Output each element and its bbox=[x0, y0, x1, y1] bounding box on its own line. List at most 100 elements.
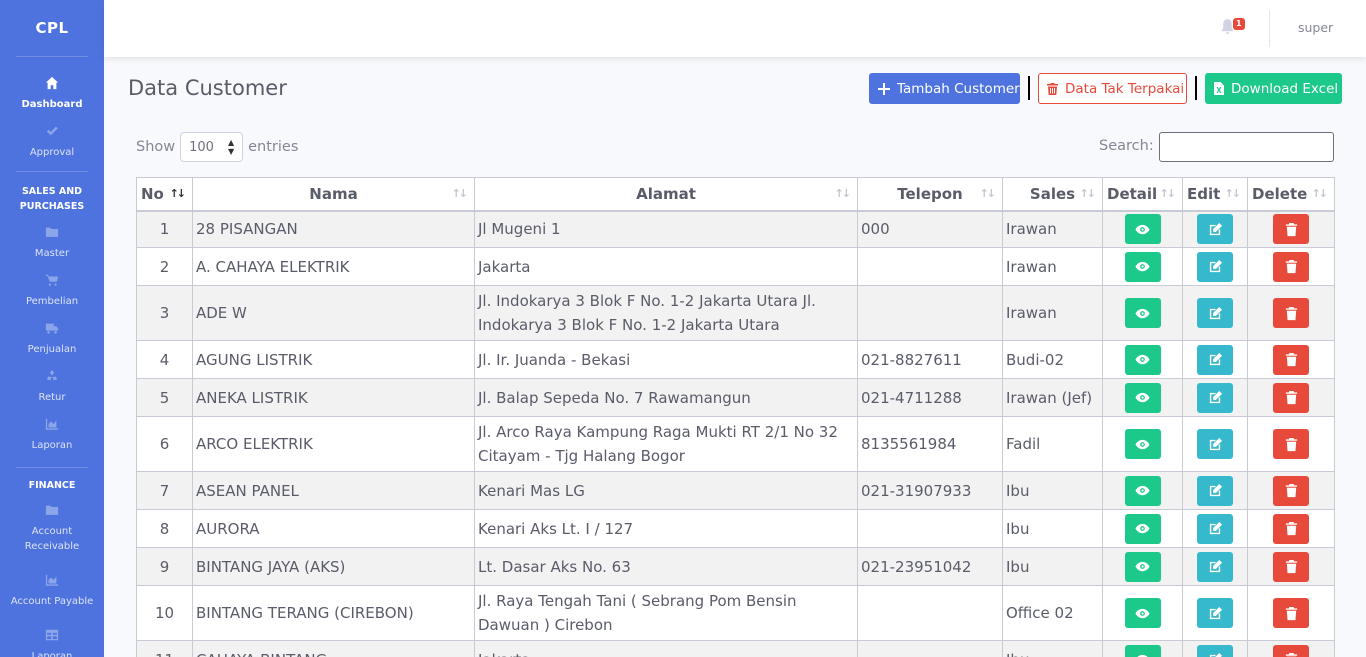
check-icon bbox=[45, 123, 59, 141]
cell-delete bbox=[1247, 210, 1335, 248]
edit-button[interactable] bbox=[1197, 344, 1233, 375]
home-icon bbox=[45, 75, 59, 93]
trash-icon bbox=[1047, 82, 1058, 95]
cell-edit bbox=[1182, 340, 1248, 379]
cell-detail bbox=[1102, 378, 1183, 417]
detail-button[interactable] bbox=[1124, 382, 1161, 413]
sidebar-item-approval[interactable]: Approval bbox=[0, 121, 104, 161]
delete-button[interactable] bbox=[1273, 475, 1309, 506]
edit-button[interactable] bbox=[1197, 214, 1233, 245]
edit-icon bbox=[1208, 437, 1223, 452]
sidebar-item-laporan-finance[interactable]: Laporan bbox=[0, 621, 104, 657]
cell-sales: Irawan bbox=[1002, 285, 1103, 341]
entries-select[interactable]: 100 ▲ ▼ bbox=[180, 132, 244, 162]
sort-icon: ↑↓ bbox=[1224, 187, 1242, 200]
cell-detail bbox=[1102, 547, 1183, 586]
separator-bar bbox=[1028, 76, 1030, 100]
column-header-nama[interactable]: Nama ↑↓ bbox=[192, 177, 475, 212]
add-customer-button[interactable]: Tambah Customer bbox=[869, 73, 1020, 104]
column-header-edit[interactable]: Edit ↑↓ bbox=[1182, 177, 1248, 212]
customer-table-wrapper: No ↑↓ Nama ↑↓ Alamat ↑↓ Telepon ↑↓ Sales ↑↓ D… bbox=[136, 177, 1335, 657]
edit-button[interactable] bbox=[1197, 298, 1233, 328]
cart-icon bbox=[45, 272, 59, 290]
brand-logo[interactable]: CPL bbox=[16, 0, 88, 57]
delete-button[interactable] bbox=[1273, 513, 1309, 544]
detail-button[interactable] bbox=[1124, 251, 1161, 282]
cell-no: 2 bbox=[136, 247, 193, 286]
cell-nama: BINTANG JAYA (AKS) bbox=[192, 547, 475, 586]
detail-button[interactable] bbox=[1124, 214, 1161, 245]
delete-button[interactable] bbox=[1273, 598, 1309, 628]
sidebar-item-master[interactable]: Master bbox=[0, 218, 104, 266]
edit-button[interactable] bbox=[1197, 644, 1233, 657]
edit-icon bbox=[1208, 390, 1223, 405]
detail-button[interactable] bbox=[1124, 644, 1161, 657]
sidebar-item-dashboard[interactable]: Dashboard bbox=[0, 65, 104, 121]
edit-button[interactable] bbox=[1197, 429, 1233, 459]
edit-button[interactable] bbox=[1197, 475, 1233, 506]
unused-data-button[interactable]: Data Tak Terpakai bbox=[1038, 73, 1187, 104]
cell-detail bbox=[1102, 340, 1183, 379]
entries-select-value: 100 bbox=[189, 139, 214, 155]
sidebar-heading-sales: SALES AND PURCHASES bbox=[19, 186, 85, 212]
separator-bar bbox=[1195, 76, 1197, 100]
edit-button[interactable] bbox=[1197, 382, 1233, 413]
cell-delete bbox=[1247, 416, 1335, 472]
search-input[interactable] bbox=[1159, 132, 1334, 162]
sidebar-item-penjualan[interactable]: Penjualan bbox=[0, 314, 104, 362]
detail-button[interactable] bbox=[1124, 513, 1161, 544]
table-icon bbox=[45, 627, 59, 645]
delete-button[interactable] bbox=[1273, 551, 1309, 582]
delete-button[interactable] bbox=[1273, 251, 1309, 282]
folder-icon bbox=[45, 224, 59, 242]
detail-button[interactable] bbox=[1124, 344, 1161, 375]
cell-telepon: 021-31907933 bbox=[857, 471, 1003, 510]
delete-button[interactable] bbox=[1273, 214, 1309, 245]
sidebar-item-laporan[interactable]: Laporan bbox=[0, 410, 104, 458]
detail-button[interactable] bbox=[1124, 298, 1161, 328]
sidebar-item-account-receivable[interactable]: Account Receivable bbox=[0, 497, 104, 559]
eye-icon bbox=[1135, 259, 1150, 274]
edit-icon bbox=[1208, 483, 1223, 498]
detail-button[interactable] bbox=[1124, 475, 1161, 506]
edit-button[interactable] bbox=[1197, 251, 1233, 282]
cell-nama: ADE W bbox=[192, 285, 475, 341]
cell-delete bbox=[1247, 471, 1335, 510]
delete-button[interactable] bbox=[1273, 344, 1309, 375]
cell-alamat: Jakarta bbox=[474, 640, 858, 657]
detail-button[interactable] bbox=[1124, 551, 1161, 582]
trash-icon bbox=[1284, 352, 1299, 367]
download-excel-button[interactable]: Download Excel bbox=[1205, 73, 1342, 104]
column-header-sales[interactable]: Sales ↑↓ bbox=[1002, 177, 1103, 212]
table-row: 4 AGUNG LISTRIK Jl. Ir. Juanda - Bekasi 021… bbox=[136, 340, 1335, 379]
delete-button[interactable] bbox=[1273, 382, 1309, 413]
eye-icon bbox=[1135, 652, 1150, 657]
cell-sales: Irawan bbox=[1002, 210, 1103, 248]
download-excel-label: Download Excel bbox=[1231, 80, 1339, 97]
column-header-telepon[interactable]: Telepon ↑↓ bbox=[857, 177, 1003, 212]
cell-telepon: 8135561984 bbox=[857, 416, 1003, 472]
column-header-no[interactable]: No ↑↓ bbox=[136, 177, 193, 212]
delete-button[interactable] bbox=[1273, 429, 1309, 459]
eye-icon bbox=[1135, 483, 1150, 498]
user-menu[interactable]: super bbox=[1298, 20, 1333, 35]
cell-sales: Office 02 bbox=[1002, 585, 1103, 641]
edit-button[interactable] bbox=[1197, 598, 1233, 628]
edit-button[interactable] bbox=[1197, 551, 1233, 582]
detail-button[interactable] bbox=[1124, 598, 1161, 628]
column-header-delete[interactable]: Delete ↑↓ bbox=[1247, 177, 1335, 212]
cell-nama: ASEAN PANEL bbox=[192, 471, 475, 510]
table-row: 6 ARCO ELEKTRIK Jl. Arco Raya Kampung Raga… bbox=[136, 416, 1335, 472]
sidebar-item-pembelian[interactable]: Pembelian bbox=[0, 266, 104, 314]
edit-icon bbox=[1208, 521, 1223, 536]
sidebar-item-account-payable[interactable]: Account Payable bbox=[0, 559, 104, 621]
column-header-detail[interactable]: Detail ↑↓ bbox=[1102, 177, 1183, 212]
truck-icon bbox=[45, 320, 59, 338]
delete-button[interactable] bbox=[1273, 644, 1309, 657]
sidebar-item-retur[interactable]: Retur bbox=[0, 362, 104, 410]
edit-button[interactable] bbox=[1197, 513, 1233, 544]
column-header-alamat[interactable]: Alamat ↑↓ bbox=[474, 177, 858, 212]
detail-button[interactable] bbox=[1124, 429, 1161, 459]
delete-button[interactable] bbox=[1273, 298, 1309, 328]
cell-edit bbox=[1182, 547, 1248, 586]
